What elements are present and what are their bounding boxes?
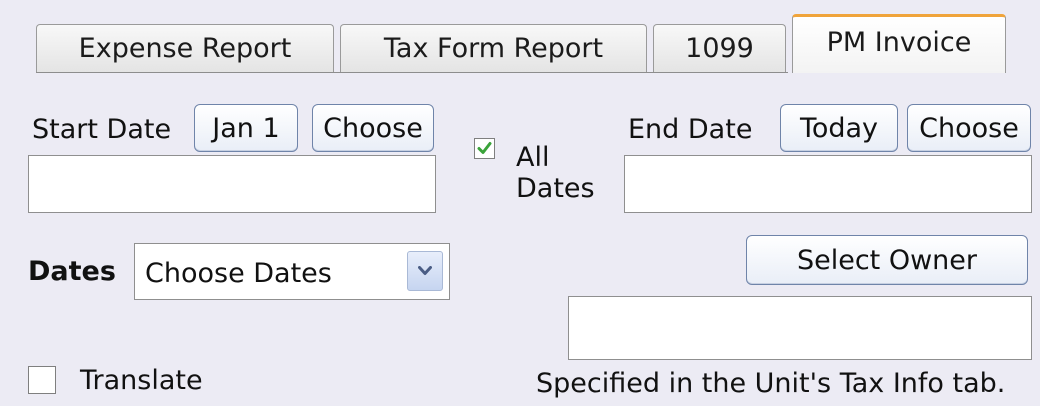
dates-select[interactable]: Choose Dates xyxy=(134,243,450,300)
owner-note: Specified in the Unit's Tax Info tab. xyxy=(536,368,1006,399)
start-date-field[interactable] xyxy=(28,155,436,213)
start-date-label: Start Date xyxy=(32,114,172,145)
tab-pm-invoice[interactable]: PM Invoice xyxy=(792,14,1006,73)
select-owner-button[interactable]: Select Owner xyxy=(746,235,1028,285)
chevron-down-icon[interactable] xyxy=(407,251,443,291)
all-dates-checkbox[interactable] xyxy=(474,138,495,159)
report-tabs: Expense Report Tax Form Report 1099 PM I… xyxy=(0,0,1040,80)
owner-field[interactable] xyxy=(568,296,1032,360)
translate-label: Translate xyxy=(80,365,203,396)
translate-checkbox[interactable] xyxy=(28,366,56,394)
jan-1-button[interactable]: Jan 1 xyxy=(194,104,298,152)
end-date-label: End Date xyxy=(628,114,753,145)
today-button[interactable]: Today xyxy=(780,104,898,152)
start-choose-button[interactable]: Choose xyxy=(312,104,434,152)
end-date-field[interactable] xyxy=(624,155,1032,213)
tab-tax-form-report[interactable]: Tax Form Report xyxy=(340,24,647,72)
checkmark-icon xyxy=(477,142,492,154)
all-dates-label-line1: All xyxy=(516,142,550,173)
end-choose-button[interactable]: Choose xyxy=(907,104,1031,152)
tab-1099[interactable]: 1099 xyxy=(653,24,786,72)
tab-divider xyxy=(36,72,788,73)
dates-select-value: Choose Dates xyxy=(145,258,332,289)
all-dates-label-line2: Dates xyxy=(516,173,595,204)
dates-label: Dates xyxy=(28,256,116,287)
tab-expense-report[interactable]: Expense Report xyxy=(36,24,334,72)
